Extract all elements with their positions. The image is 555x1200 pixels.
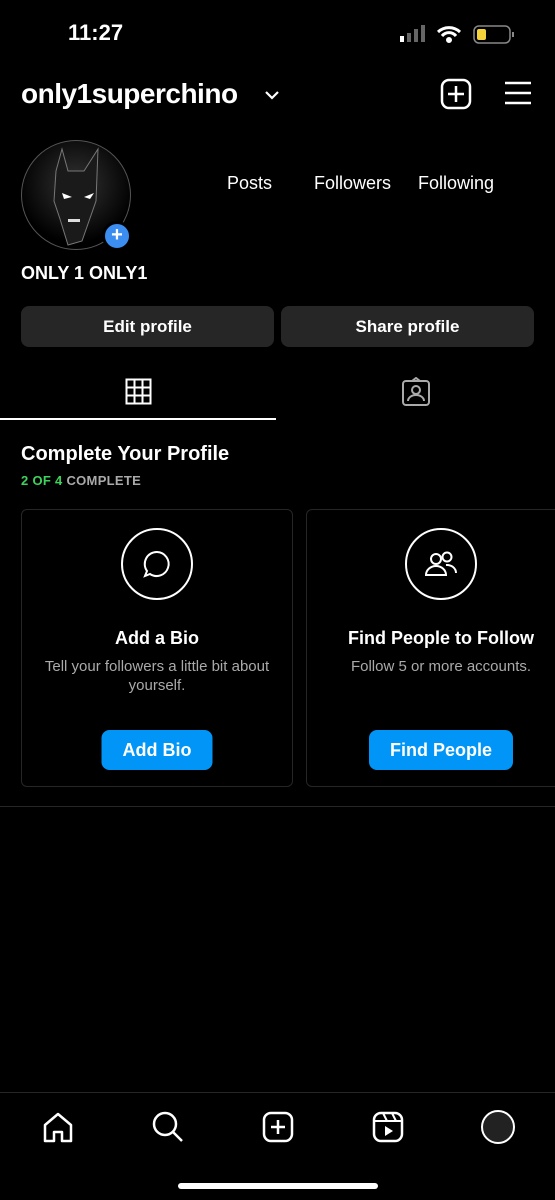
posts-stat[interactable]: Posts	[227, 173, 272, 194]
signal-icon	[400, 25, 425, 42]
following-stat[interactable]: Following	[418, 173, 494, 194]
people-icon	[405, 528, 477, 600]
menu-icon[interactable]	[504, 80, 532, 106]
status-time: 11:27	[68, 20, 124, 45]
progress-suffix: COMPLETE	[62, 473, 142, 488]
card-description: Follow 5 or more accounts.	[350, 658, 532, 675]
status-icons	[400, 25, 514, 44]
new-post-icon[interactable]	[440, 78, 472, 110]
followers-stat[interactable]: Followers	[314, 173, 391, 194]
find-people-card: Find People to Follow Follow 5 or more a…	[306, 509, 555, 787]
share-profile-button[interactable]: Share profile	[281, 306, 534, 347]
card-title: Add a Bio	[115, 628, 199, 648]
home-icon[interactable]	[41, 1110, 75, 1144]
add-bio-card: Add a Bio Tell your followers a little b…	[21, 509, 293, 787]
add-story-button[interactable]: +	[102, 221, 132, 251]
progress-count: 2 OF 4	[21, 473, 63, 488]
battery-icon	[473, 25, 514, 44]
wifi-icon	[436, 26, 462, 43]
card-description: Tell your followers a little bit about y…	[44, 658, 270, 694]
add-bio-button[interactable]: Add Bio	[101, 730, 213, 770]
display-name: ONLY 1 ONLY1	[21, 263, 148, 283]
speech-bubble-icon	[121, 528, 193, 600]
find-people-button[interactable]: Find People	[368, 730, 514, 770]
create-icon[interactable]	[261, 1110, 295, 1144]
complete-progress: 2 OF 4 COMPLETE	[21, 473, 141, 488]
chevron-down-icon[interactable]	[264, 89, 280, 101]
grid-icon[interactable]	[125, 378, 152, 405]
tagged-icon[interactable]	[401, 377, 431, 407]
home-indicator	[178, 1183, 378, 1189]
divider	[0, 806, 555, 807]
card-title: Find People to Follow	[348, 628, 534, 648]
active-tab-indicator	[0, 418, 276, 420]
edit-profile-button[interactable]: Edit profile	[21, 306, 274, 347]
profile-avatar[interactable]	[481, 1110, 515, 1144]
reels-icon[interactable]	[371, 1110, 405, 1144]
search-icon[interactable]	[151, 1110, 185, 1144]
username[interactable]: only1superchino	[21, 78, 238, 110]
complete-profile-title: Complete Your Profile	[21, 443, 230, 465]
